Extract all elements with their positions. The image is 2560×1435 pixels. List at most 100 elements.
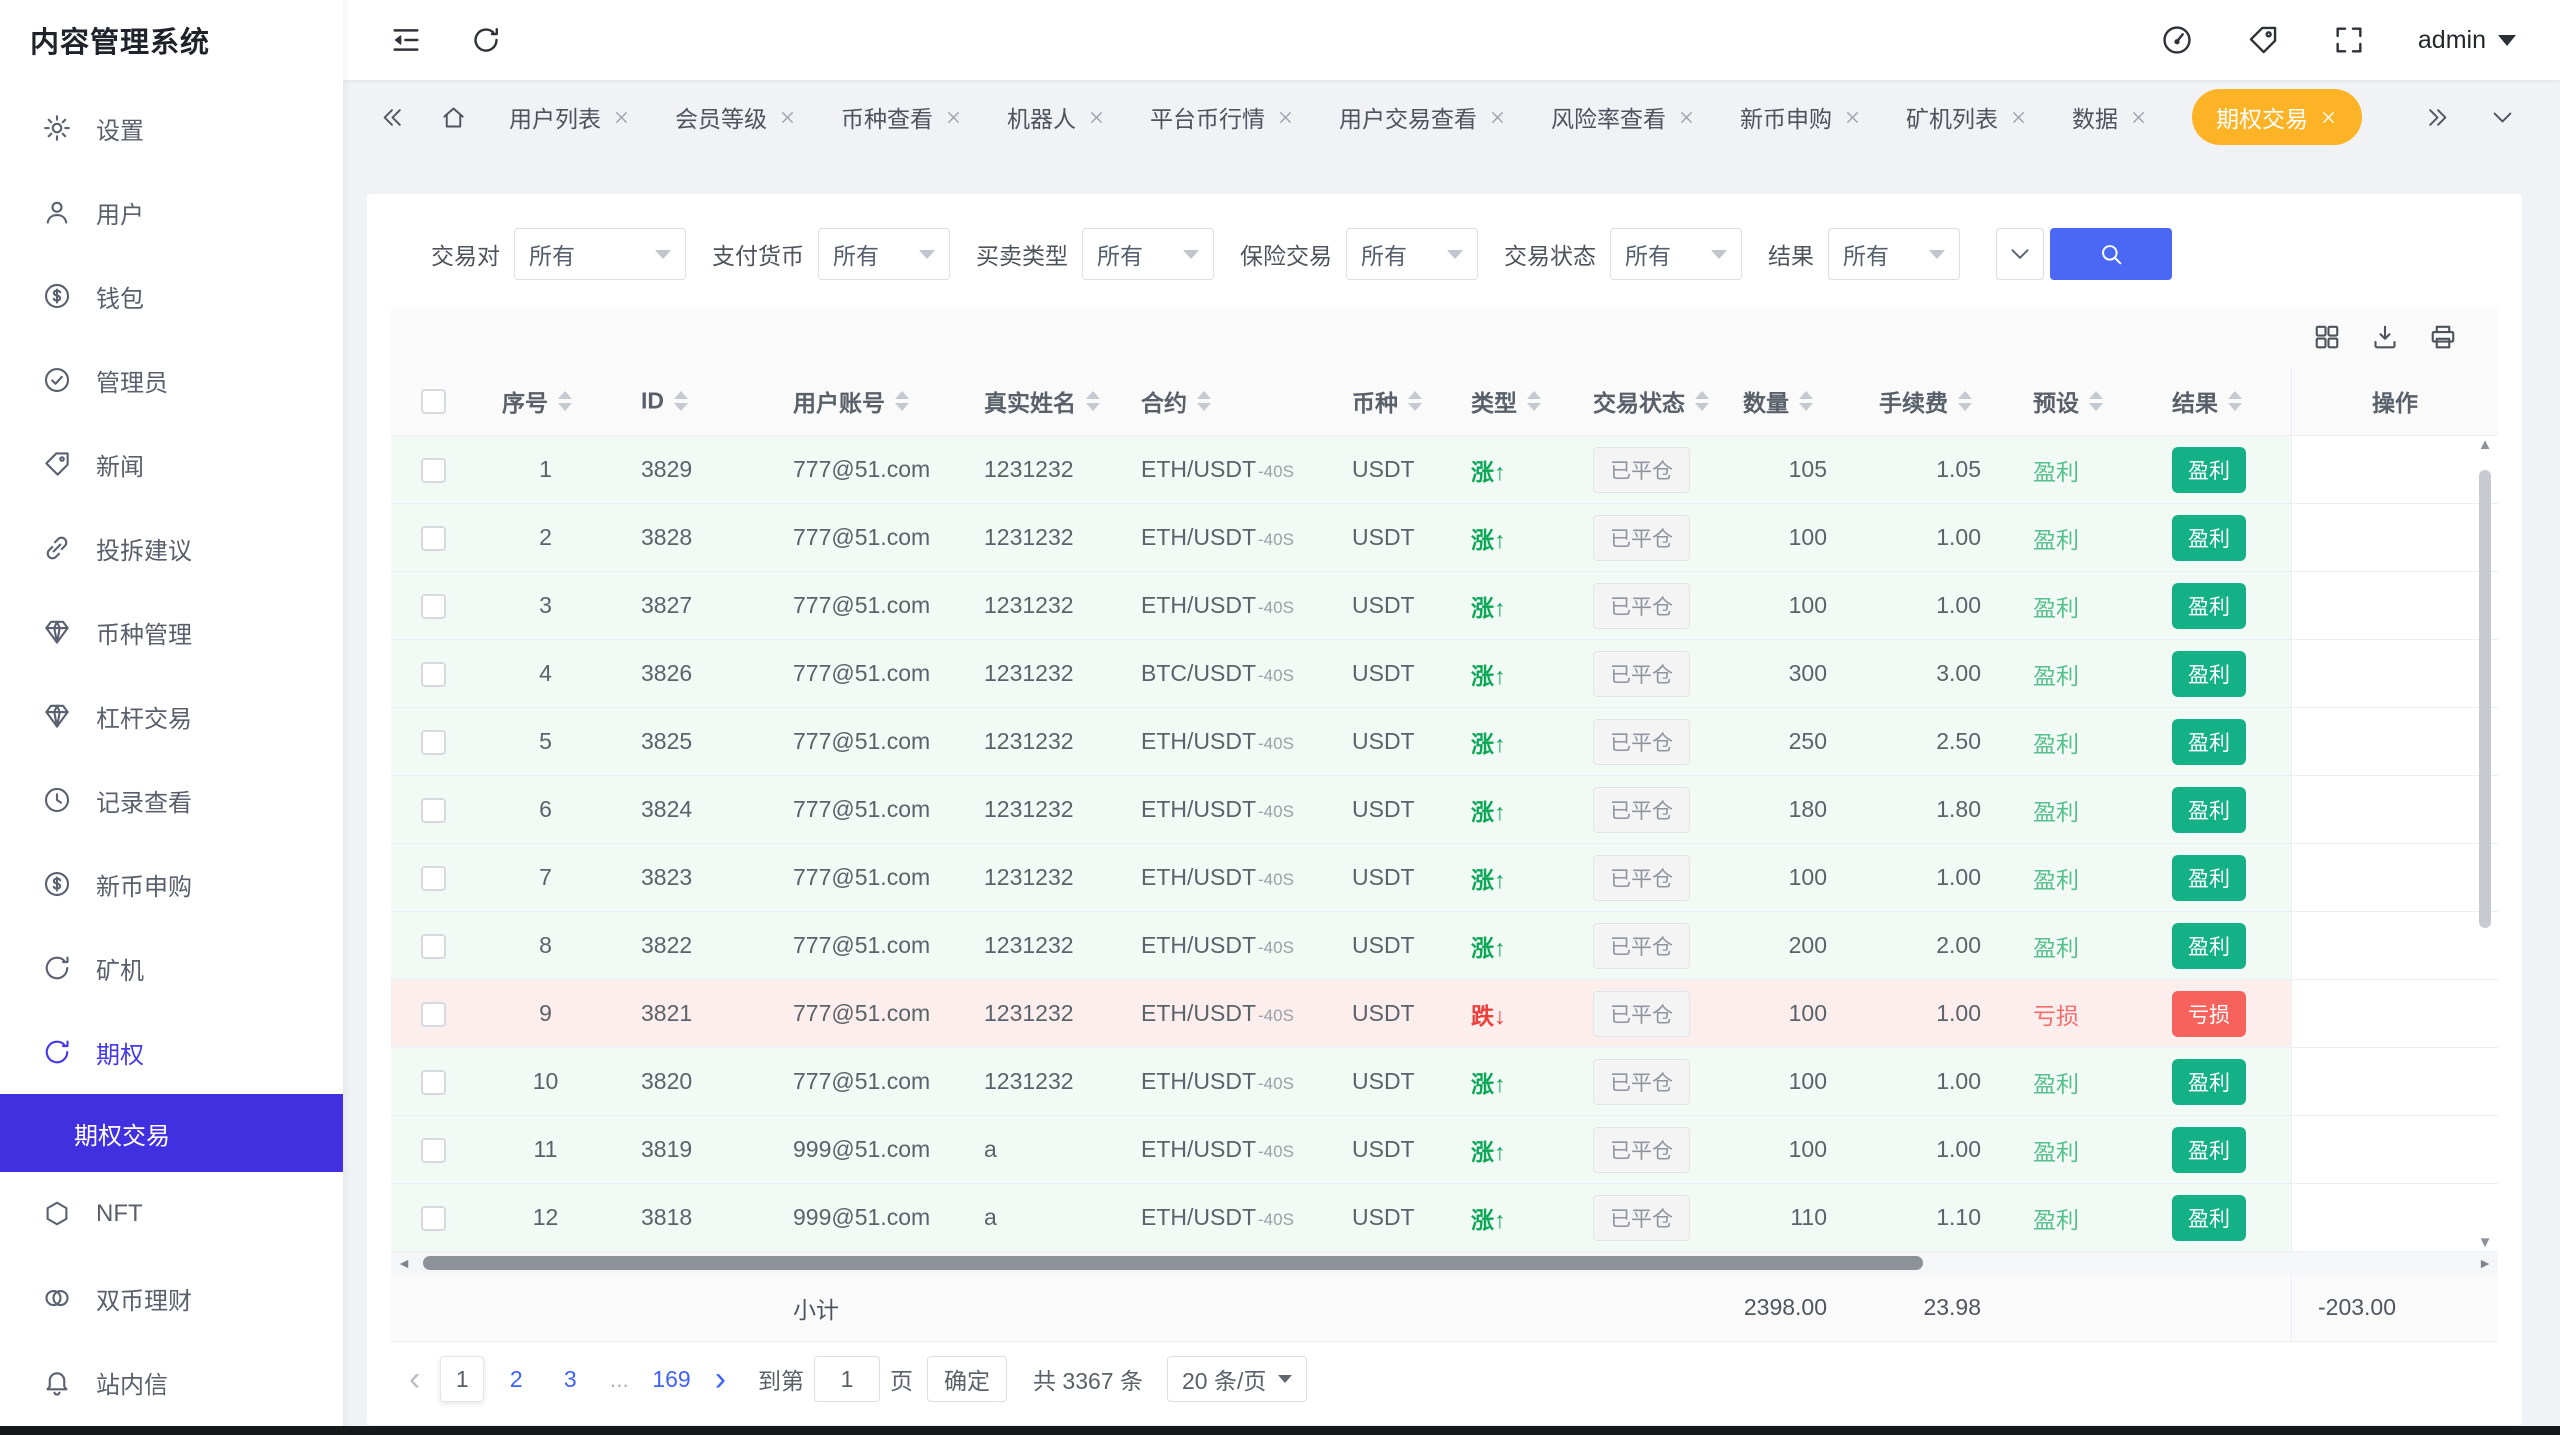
row-checkbox[interactable] (421, 1206, 446, 1231)
tab-9[interactable]: 矿机列表 (1906, 100, 2028, 134)
row-checkbox[interactable] (421, 730, 446, 755)
tabs-scroll-left-icon[interactable] (379, 104, 406, 131)
tab-5[interactable]: 平台币行情 (1150, 100, 1295, 134)
tab-1[interactable]: 用户列表 (509, 100, 631, 134)
print-icon[interactable] (2428, 322, 2458, 352)
row-checkbox[interactable] (421, 1138, 446, 1163)
row-checkbox[interactable] (421, 866, 446, 891)
sort-icon[interactable] (2228, 391, 2242, 411)
scroll-left-arrow-icon[interactable]: ◄ (391, 1252, 417, 1274)
horizontal-scroll-thumb[interactable] (423, 1256, 1923, 1270)
select-all-checkbox[interactable] (421, 389, 446, 414)
sidebar-item-15[interactable]: 双币理财 (0, 1256, 343, 1340)
tab-4[interactable]: 机器人 (1007, 100, 1106, 134)
tab-2[interactable]: 会员等级 (675, 100, 797, 134)
vertical-scrollbar[interactable]: ▲ ▼ (2472, 436, 2498, 1252)
sort-icon[interactable] (1958, 391, 1972, 411)
sidebar-item-16[interactable]: 站内信 (0, 1340, 343, 1424)
page-button-3[interactable]: 3 (548, 1356, 592, 1402)
tab-close-icon[interactable] (1677, 108, 1696, 127)
row-checkbox[interactable] (421, 1070, 446, 1095)
column-header-account[interactable]: 用户账号 (767, 366, 958, 436)
sidebar-item-7[interactable]: 币种管理 (0, 590, 343, 674)
page-jump-input[interactable] (814, 1356, 880, 1402)
tab-close-icon[interactable] (2009, 108, 2028, 127)
filter-select[interactable]: 所有 (1610, 228, 1742, 280)
tab-close-icon[interactable] (612, 108, 631, 127)
prev-page-button[interactable]: ‹ (399, 1362, 430, 1396)
scroll-right-arrow-icon[interactable]: ► (2472, 1252, 2498, 1274)
sort-icon[interactable] (1197, 391, 1211, 411)
column-header-type[interactable]: 类型 (1445, 366, 1567, 436)
expand-filters-button[interactable] (1996, 228, 2044, 280)
filter-select[interactable]: 所有 (514, 228, 686, 280)
vertical-scroll-thumb[interactable] (2479, 470, 2491, 928)
tab-close-icon[interactable] (944, 108, 963, 127)
menu-fold-icon[interactable] (389, 23, 423, 57)
sidebar-item-14[interactable]: NFT (0, 1172, 343, 1256)
column-header-currency[interactable]: 币种 (1326, 366, 1445, 436)
next-page-button[interactable]: › (707, 1362, 734, 1396)
export-icon[interactable] (2370, 322, 2400, 352)
page-button-169[interactable]: 169 (646, 1356, 696, 1402)
column-header-contract[interactable]: 合约 (1115, 366, 1326, 436)
page-size-select[interactable]: 20 条/页 (1167, 1356, 1307, 1402)
column-settings-icon[interactable] (2312, 322, 2342, 352)
tab-6[interactable]: 用户交易查看 (1339, 100, 1507, 134)
column-header-status[interactable]: 交易状态 (1567, 366, 1717, 436)
column-header-qty[interactable]: 数量 (1717, 366, 1853, 436)
row-checkbox[interactable] (421, 934, 446, 959)
tab-8[interactable]: 新币申购 (1740, 100, 1862, 134)
row-checkbox[interactable] (421, 798, 446, 823)
sort-icon[interactable] (1527, 391, 1541, 411)
sidebar-item-9[interactable]: 记录查看 (0, 758, 343, 842)
sort-icon[interactable] (1799, 391, 1813, 411)
filter-select[interactable]: 所有 (1082, 228, 1214, 280)
refresh-icon[interactable] (469, 23, 503, 57)
column-header-realname[interactable]: 真实姓名 (958, 366, 1115, 436)
sidebar-item-12[interactable]: 期权 (0, 1010, 343, 1094)
sidebar-item-6[interactable]: 投拆建议 (0, 506, 343, 590)
tab-close-icon[interactable] (1843, 108, 1862, 127)
home-tab-icon[interactable] (440, 104, 467, 131)
row-checkbox[interactable] (421, 1002, 446, 1027)
horizontal-scroll-track[interactable] (417, 1252, 2472, 1274)
tab-close-icon[interactable] (2319, 108, 2338, 127)
scroll-down-arrow-icon[interactable]: ▼ (2478, 1234, 2493, 1252)
tab-close-icon[interactable] (1087, 108, 1106, 127)
sidebar-item-3[interactable]: 钱包 (0, 254, 343, 338)
filter-select[interactable]: 所有 (1346, 228, 1478, 280)
tab-10[interactable]: 数据 (2072, 100, 2148, 134)
row-checkbox[interactable] (421, 662, 446, 687)
tag-icon[interactable] (2246, 23, 2280, 57)
filter-select[interactable]: 所有 (1828, 228, 1960, 280)
tab-7[interactable]: 风险率查看 (1551, 100, 1696, 134)
sort-icon[interactable] (2089, 391, 2103, 411)
row-checkbox[interactable] (421, 594, 446, 619)
row-checkbox[interactable] (421, 458, 446, 483)
tabs-menu-icon[interactable] (2489, 104, 2516, 131)
scroll-up-arrow-icon[interactable]: ▲ (2478, 436, 2493, 454)
sort-icon[interactable] (1695, 391, 1709, 411)
horizontal-scrollbar[interactable]: ◄ ► (391, 1252, 2498, 1274)
row-checkbox[interactable] (421, 526, 446, 551)
column-header-preset[interactable]: 预设 (2007, 366, 2146, 436)
column-header-id[interactable]: ID (615, 366, 767, 436)
sort-icon[interactable] (558, 391, 572, 411)
sidebar-item-5[interactable]: 新闻 (0, 422, 343, 506)
sort-icon[interactable] (895, 391, 909, 411)
sidebar-item-2[interactable]: 用户 (0, 170, 343, 254)
tab-3[interactable]: 币种查看 (841, 100, 963, 134)
column-header-result[interactable]: 结果 (2146, 366, 2291, 436)
tab-close-icon[interactable] (1276, 108, 1295, 127)
fullscreen-icon[interactable] (2332, 23, 2366, 57)
sort-icon[interactable] (674, 391, 688, 411)
dashboard-icon[interactable] (2160, 23, 2194, 57)
sidebar-item-4[interactable]: 管理员 (0, 338, 343, 422)
tab-close-icon[interactable] (778, 108, 797, 127)
sidebar-item-10[interactable]: 新币申购 (0, 842, 343, 926)
filter-select[interactable]: 所有 (818, 228, 950, 280)
sidebar-item-13[interactable]: 期权交易 (0, 1094, 343, 1172)
tab-close-icon[interactable] (1488, 108, 1507, 127)
sidebar-item-11[interactable]: 矿机 (0, 926, 343, 1010)
